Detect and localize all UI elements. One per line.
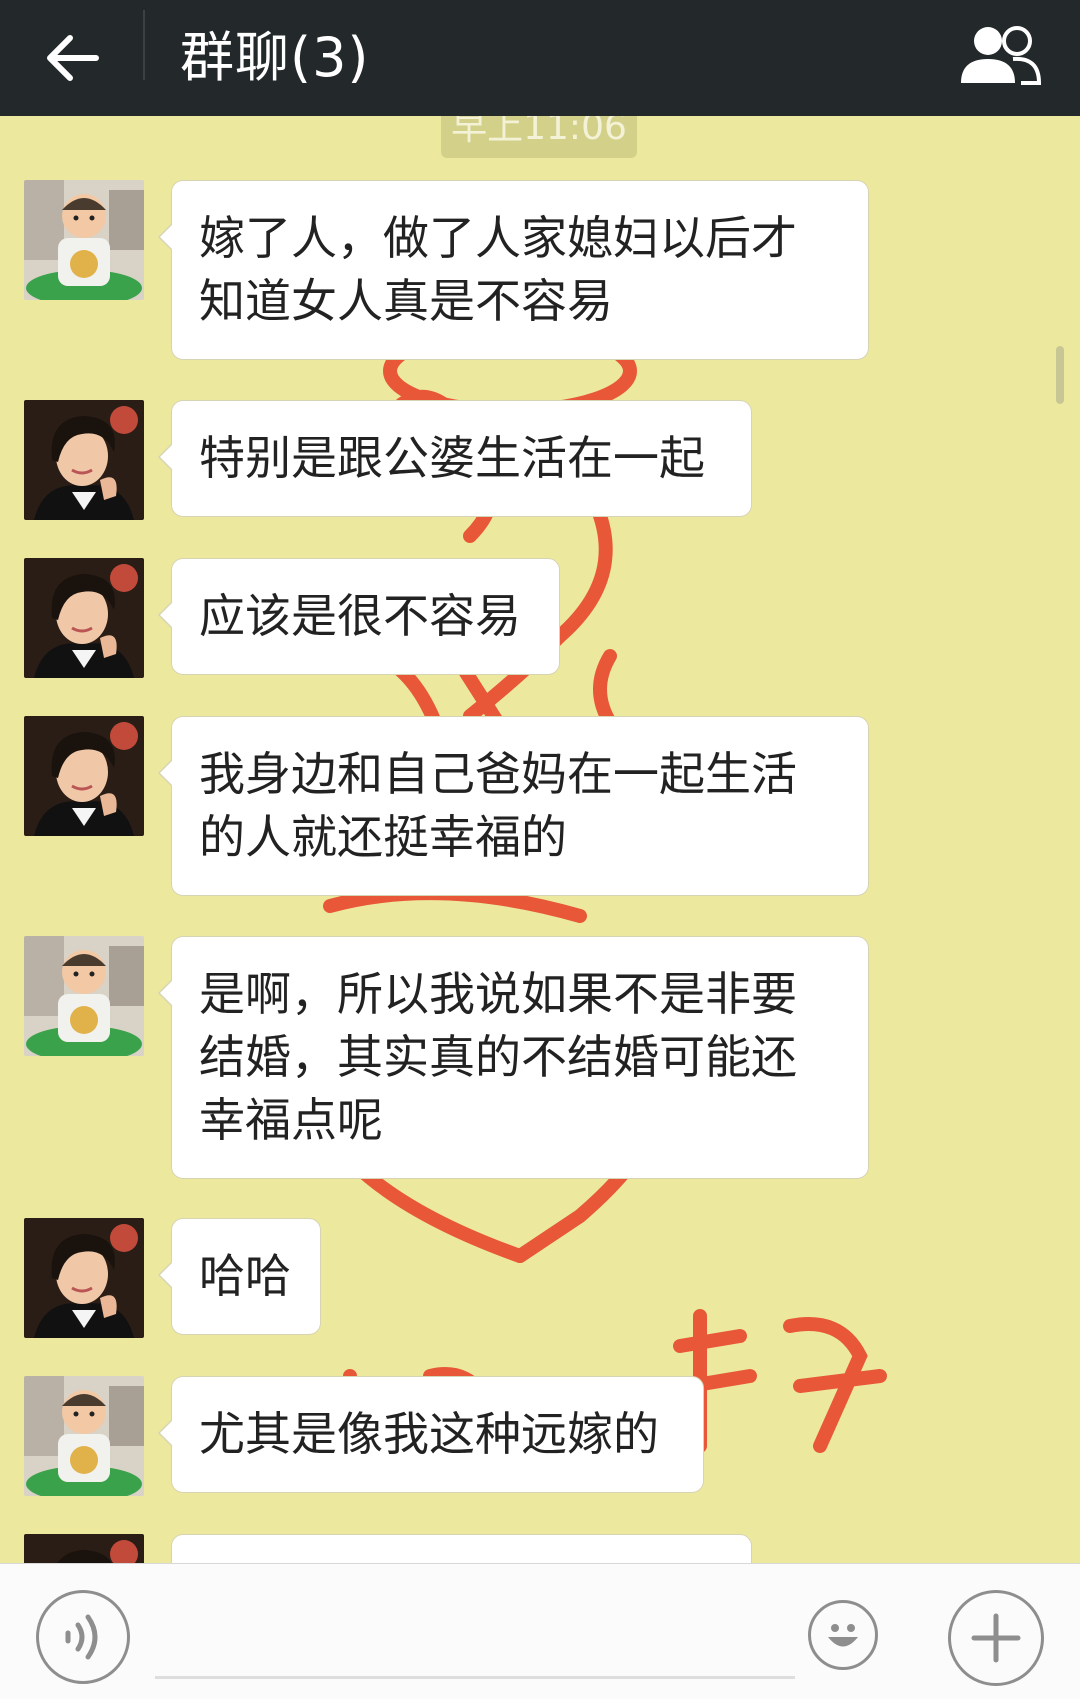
- plus-icon: [971, 1613, 1021, 1663]
- message-bubble[interactable]: 哈哈: [158, 1218, 321, 1335]
- baby-avatar[interactable]: [24, 936, 144, 1056]
- baby-photo: [24, 936, 144, 1056]
- woman-avatar[interactable]: [24, 1218, 144, 1338]
- input-bar: [0, 1563, 1080, 1699]
- message-bubble[interactable]: 是啊，所以我说如果不是非要结婚，其实真的不结婚可能还幸福点呢: [158, 936, 869, 1179]
- baby-photo: [24, 1376, 144, 1496]
- timestamp-label: 早上11:06: [441, 116, 637, 158]
- title-bar: 群聊(3): [0, 0, 1080, 116]
- group-members-icon: [961, 26, 1042, 85]
- emoji-icon: [828, 1624, 858, 1647]
- woman-photo: [24, 1534, 144, 1563]
- baby-avatar[interactable]: [24, 1376, 144, 1496]
- emoji-button[interactable]: [808, 1600, 878, 1670]
- woman-avatar[interactable]: [24, 558, 144, 678]
- woman-avatar[interactable]: [24, 716, 144, 836]
- woman-photo: [24, 1218, 144, 1338]
- voice-icon: [65, 1614, 98, 1660]
- woman-avatar[interactable]: [24, 400, 144, 520]
- message-bubble[interactable]: 尤其是像我这种远嫁的: [158, 1376, 704, 1493]
- woman-photo: [24, 558, 144, 678]
- back-button[interactable]: [32, 18, 112, 98]
- arrow-left-icon: [47, 35, 99, 81]
- message-bubble[interactable]: [171, 1534, 752, 1563]
- woman-photo: [24, 400, 144, 520]
- baby-photo: [24, 180, 144, 300]
- message-input[interactable]: [155, 1676, 795, 1679]
- more-button[interactable]: [948, 1590, 1044, 1686]
- woman-photo: [24, 716, 144, 836]
- group-members-button[interactable]: [950, 14, 1050, 94]
- baby-avatar[interactable]: [24, 180, 144, 300]
- message-list[interactable]: 早上11:06 嫁了人，做了人家媳妇以后才知道女人真是不容易 特别是跟公婆生活在…: [0, 116, 1080, 1563]
- chat-title: 群聊(3): [180, 26, 370, 89]
- message-bubble[interactable]: 应该是很不容易: [158, 558, 560, 675]
- message-bubble[interactable]: 特别是跟公婆生活在一起: [158, 400, 752, 517]
- voice-button[interactable]: [36, 1590, 130, 1684]
- scrollbar[interactable]: [1056, 346, 1064, 404]
- header-divider: [143, 10, 145, 80]
- woman-avatar[interactable]: [24, 1534, 144, 1563]
- message-bubble[interactable]: 嫁了人，做了人家媳妇以后才知道女人真是不容易: [158, 180, 869, 360]
- message-bubble[interactable]: 我身边和自己爸妈在一起生活的人就还挺幸福的: [158, 716, 869, 896]
